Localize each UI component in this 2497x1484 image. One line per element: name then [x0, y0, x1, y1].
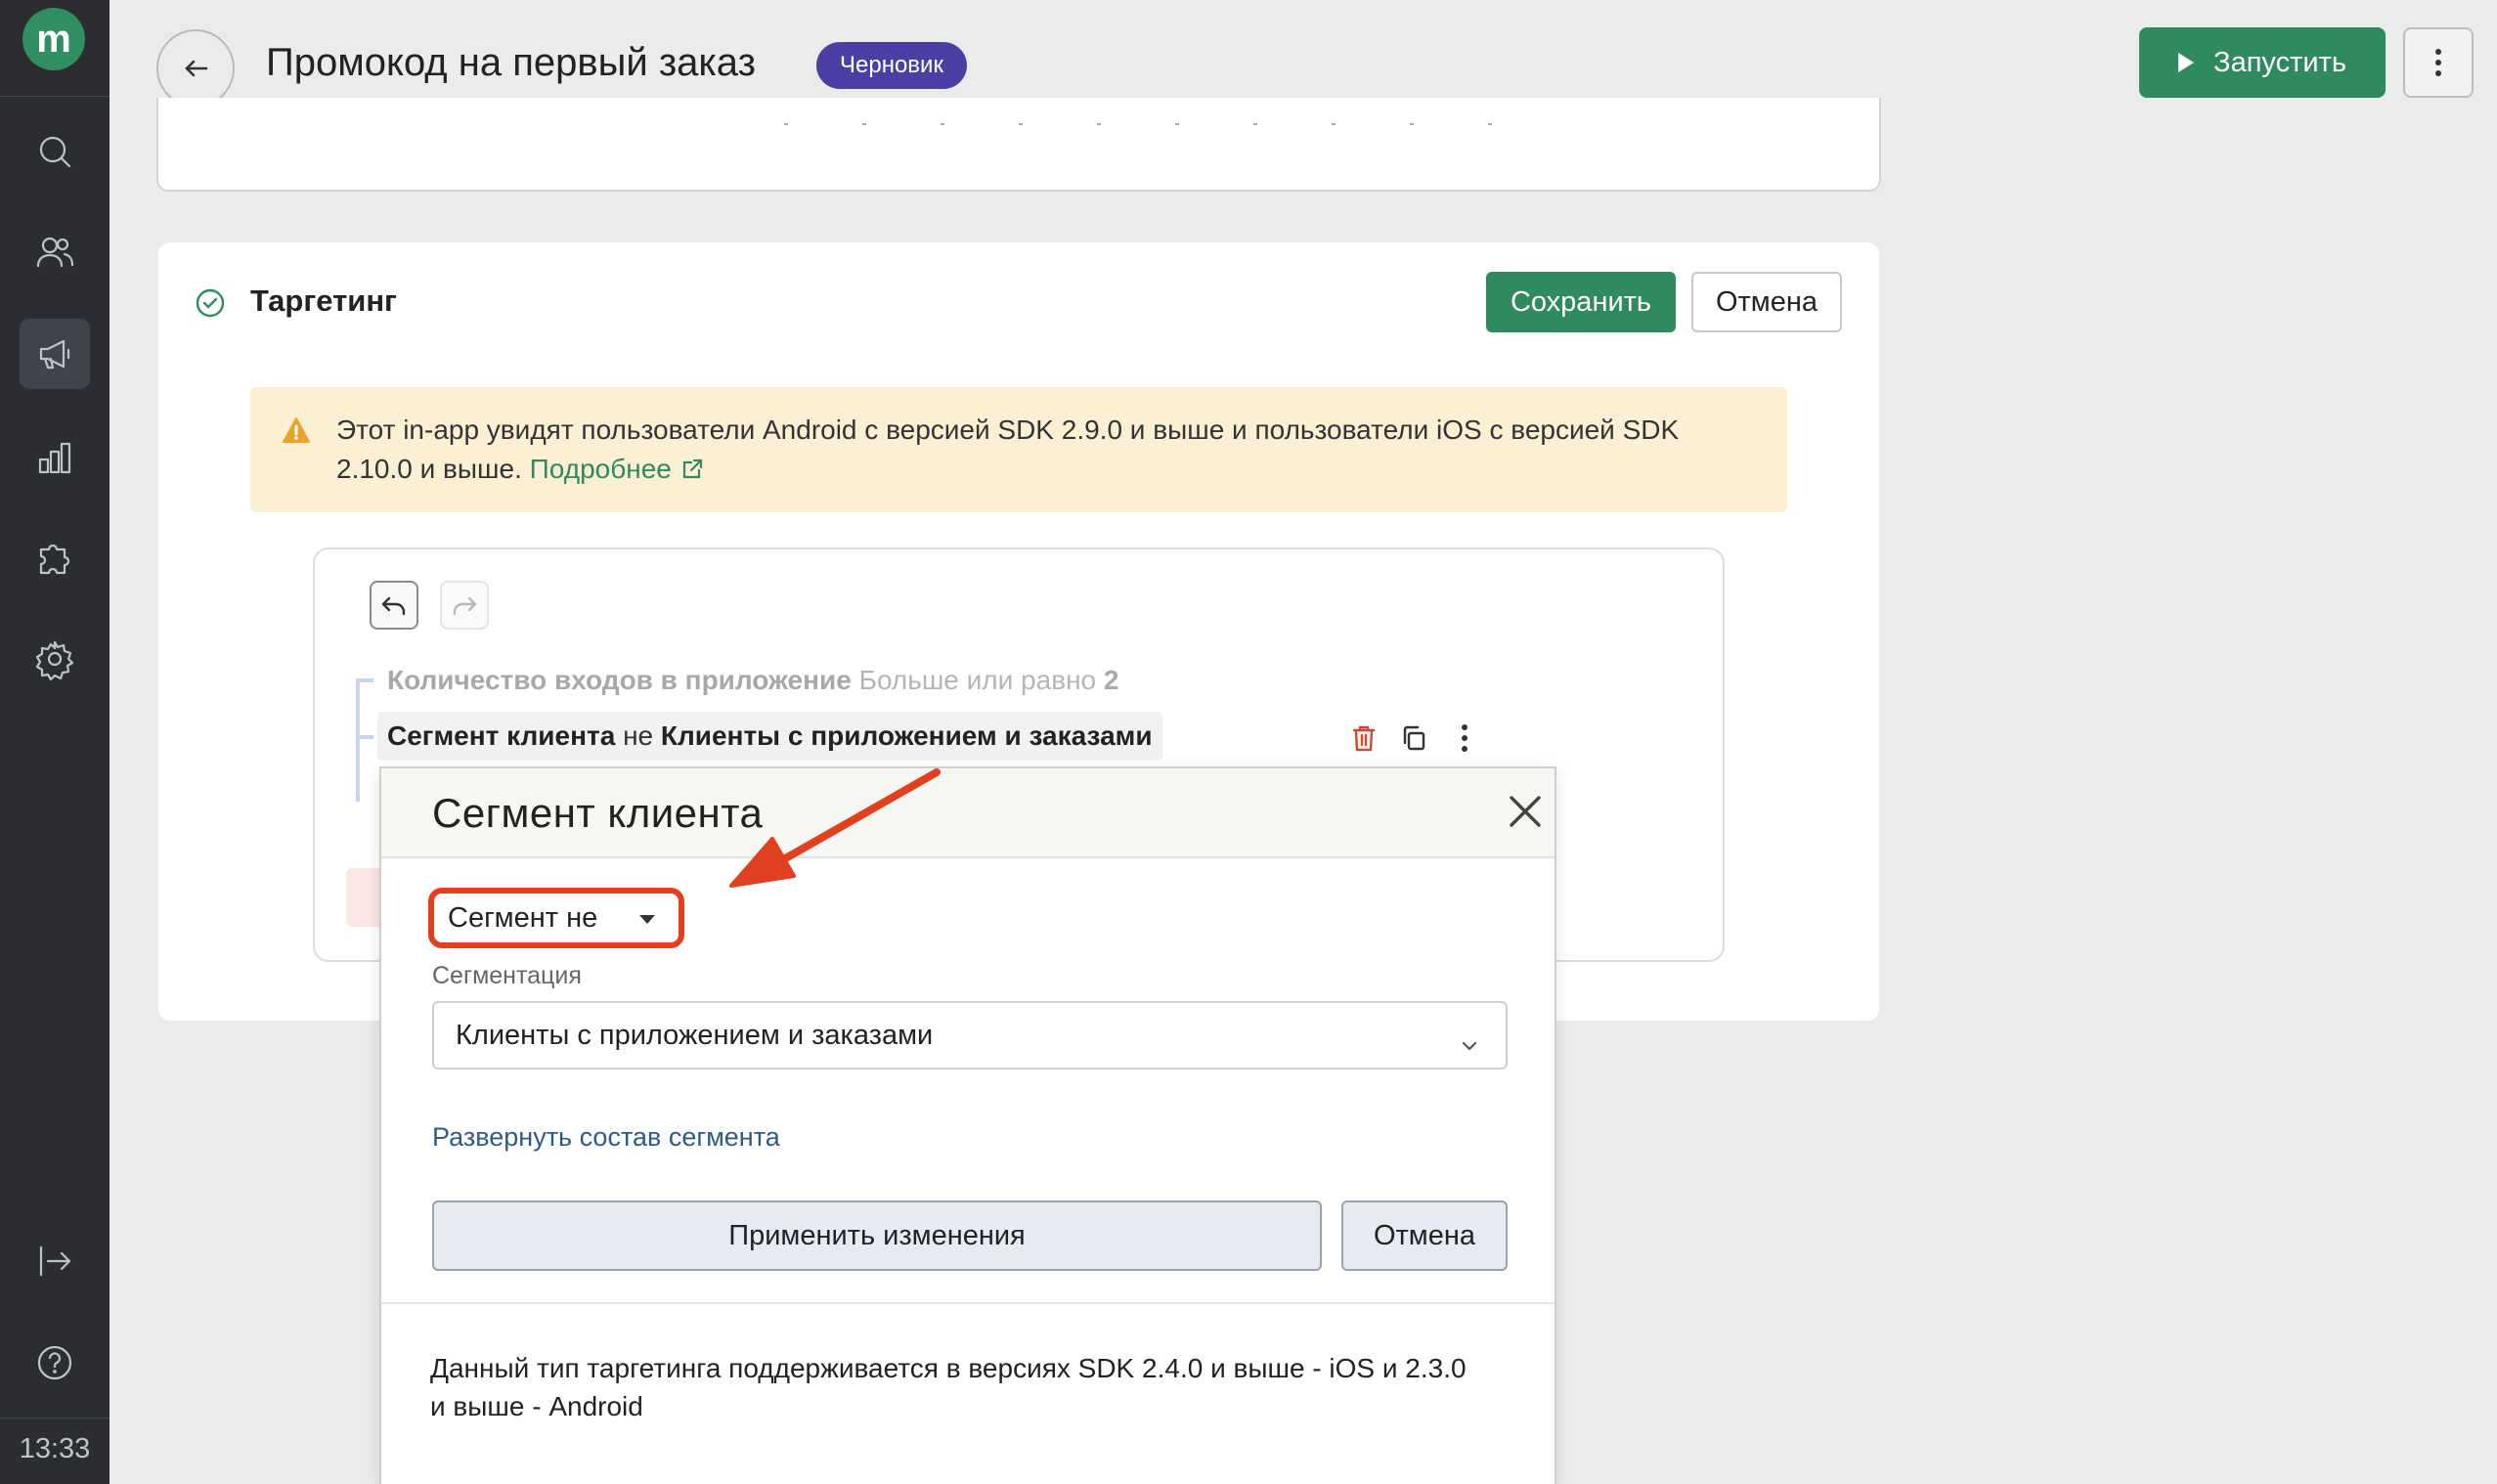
copy-icon — [1403, 725, 1425, 751]
launch-button[interactable]: Запустить — [2139, 27, 2386, 98]
sdk-warning: Этот in-app увидят пользователи Android … — [250, 387, 1787, 512]
status-badge: Черновик — [816, 42, 967, 89]
search-icon — [39, 136, 71, 168]
condition-field: Сегмент клиента — [387, 720, 616, 751]
dot — [1462, 735, 1468, 741]
dot — [1462, 724, 1468, 730]
sidebar-item-users[interactable] — [20, 217, 90, 287]
dot — [1462, 746, 1468, 752]
sidebar-divider — [0, 1418, 110, 1419]
sidebar-divider — [0, 96, 110, 97]
redo-icon — [453, 596, 477, 616]
more-info-link[interactable]: Подробнее — [530, 454, 705, 484]
arrow-left-icon — [185, 60, 208, 77]
megaphone-icon — [39, 339, 70, 370]
segment-popup: Сегмент клиента Сегмент не Сегментация К… — [379, 766, 1556, 1484]
condition-operator: Больше или равно — [858, 665, 1097, 695]
condition-value: Клиенты с приложением и заказами — [660, 720, 1153, 751]
sidebar-item-integrations[interactable] — [20, 522, 90, 592]
cancel-button[interactable]: Отмена — [1691, 272, 1842, 332]
redo-button[interactable] — [440, 581, 489, 630]
warning-icon — [283, 417, 310, 443]
trash-icon — [1352, 725, 1376, 752]
copy-condition-button[interactable] — [1400, 723, 1427, 753]
segmentation-value: Клиенты с приложением и заказами — [456, 1019, 934, 1051]
delete-condition-button[interactable] — [1350, 723, 1378, 753]
chevron-down-icon — [1461, 1028, 1478, 1051]
sidebar-item-analytics[interactable] — [20, 422, 90, 493]
tree-connector — [356, 678, 373, 682]
condition-operator: не — [623, 720, 654, 751]
sidebar-item-settings[interactable] — [20, 624, 90, 694]
clipped-text — [784, 123, 1547, 125]
sidebar-item-search[interactable] — [20, 116, 90, 187]
page-title: Промокод на первый заказ — [266, 41, 756, 84]
sidebar-item-logout[interactable] — [20, 1226, 90, 1296]
sidebar: m 13:33 — [0, 0, 110, 1484]
undo-icon — [381, 596, 406, 616]
dot — [2435, 60, 2441, 65]
save-button[interactable]: Сохранить — [1486, 272, 1676, 332]
more-menu-button[interactable] — [2403, 27, 2474, 98]
tree-connector — [356, 678, 360, 802]
condition-field: Количество входов в приложение — [387, 665, 852, 695]
chart-icon — [38, 442, 71, 474]
clock: 13:33 — [19, 1433, 91, 1464]
segmentation-label: Сегментация — [432, 962, 582, 989]
gear-icon — [35, 640, 74, 680]
expand-segment-link[interactable]: Развернуть состав сегмента — [432, 1122, 780, 1153]
operator-value: Сегмент не — [448, 901, 598, 934]
undo-button[interactable] — [370, 581, 418, 630]
users-icon — [36, 237, 74, 268]
puzzle-icon — [39, 544, 70, 575]
close-icon — [1510, 796, 1541, 827]
segmentation-select[interactable]: Клиенты с приложением и заказами — [432, 1001, 1508, 1069]
check-circle-icon — [195, 287, 226, 319]
condition-row[interactable]: Количество входов в приложение Больше ил… — [387, 665, 1118, 696]
close-popup-button[interactable] — [1504, 790, 1547, 833]
play-icon — [2178, 53, 2195, 72]
app-logo[interactable]: m — [22, 8, 85, 70]
sdk-support-note: Данный тип таргетинга поддерживается в в… — [430, 1353, 1467, 1421]
caret-down-icon — [639, 915, 655, 924]
launch-button-label: Запустить — [2213, 46, 2346, 78]
dot — [2435, 70, 2441, 76]
logout-icon — [39, 1245, 71, 1277]
section-title: Таргетинг — [250, 284, 397, 318]
sidebar-item-help[interactable] — [20, 1328, 90, 1398]
help-icon — [37, 1345, 72, 1380]
divider — [381, 1302, 1555, 1304]
sidebar-item-campaigns[interactable] — [20, 319, 90, 389]
dot — [2435, 49, 2441, 55]
condition-row-active[interactable]: Сегмент клиента не Клиенты с приложением… — [377, 712, 1162, 761]
more-info-label: Подробнее — [529, 454, 672, 484]
operator-select[interactable]: Сегмент не — [428, 888, 684, 948]
back-button[interactable] — [156, 29, 235, 108]
previous-section-card — [156, 98, 1881, 192]
tree-connector — [356, 735, 373, 739]
apply-changes-button[interactable]: Применить изменения — [432, 1200, 1322, 1271]
popup-header: Сегмент клиента — [381, 768, 1555, 858]
popup-cancel-button[interactable]: Отмена — [1341, 1200, 1508, 1271]
condition-value: 2 — [1103, 665, 1119, 695]
popup-title: Сегмент клиента — [432, 790, 764, 836]
condition-more-button[interactable] — [1455, 721, 1474, 755]
external-link-icon — [682, 458, 702, 479]
warning-text: Этот in-app увидят пользователи Android … — [336, 411, 1744, 489]
